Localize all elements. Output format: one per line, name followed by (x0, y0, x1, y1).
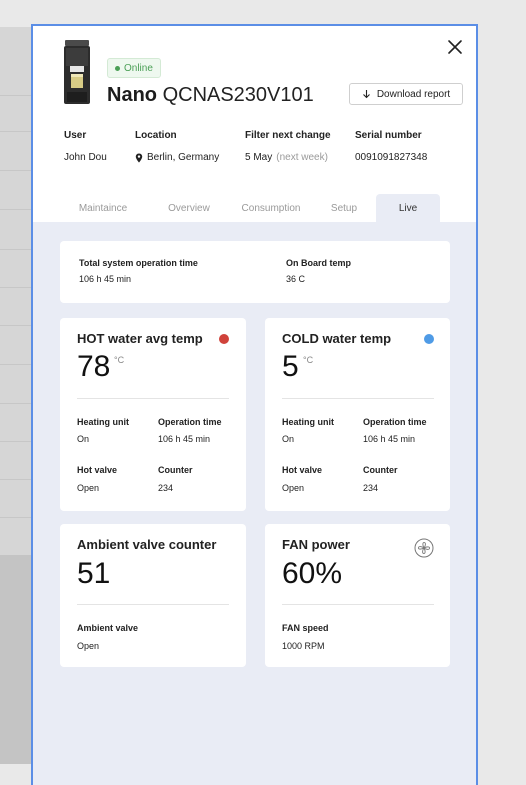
device-image (63, 40, 91, 106)
operation-time-label: Total system operation time (79, 258, 198, 268)
device-model: QCNAS230V101 (162, 84, 314, 106)
close-button[interactable] (446, 38, 464, 56)
cold-valve-value: Open (282, 483, 305, 493)
info-filter-label: Filter next change (245, 130, 331, 141)
hot-heating-label: Heating unit (77, 417, 129, 427)
divider (282, 398, 434, 399)
fan-speed-label: FAN speed (282, 623, 329, 633)
cold-water-value: 5 (282, 350, 299, 383)
device-brand: Nano (107, 84, 157, 106)
hot-counter-label: Counter (158, 465, 193, 475)
hot-water-value: 78 (77, 350, 111, 383)
ambient-valve-value: Open (77, 641, 100, 651)
download-report-button[interactable]: Download report (349, 83, 463, 105)
cold-optime-label: Operation time (363, 417, 427, 427)
cold-valve-label: Hot valve (282, 465, 323, 475)
background-table (0, 27, 33, 764)
hot-optime-label: Operation time (158, 417, 222, 427)
info-filter-note: (next week) (276, 152, 328, 163)
cold-heating-value: On (282, 434, 295, 444)
cold-optime-value: 106 h 45 min (363, 434, 416, 444)
cold-counter-label: Counter (363, 465, 398, 475)
info-location-value: Berlin, Germany (147, 152, 220, 163)
cold-water-card: COLD water temp 5 °C Heating unit On Ope… (265, 318, 450, 511)
onboard-temp-value: 36 C (286, 274, 306, 284)
ambient-valve-label: Ambient valve (77, 623, 139, 633)
ambient-valve-card: Ambient valve counter 51 Ambient valve O… (60, 524, 246, 667)
download-report-label: Download report (376, 88, 451, 100)
info-location-label: Location (135, 130, 177, 141)
info-user: User John Dou (64, 130, 107, 163)
divider (77, 398, 229, 399)
ambient-title: Ambient valve counter (77, 537, 217, 552)
hot-heating-value: On (77, 434, 90, 444)
divider (77, 604, 229, 605)
hot-counter-value: 234 (158, 483, 174, 493)
fan-icon (414, 538, 434, 558)
tab-consumption[interactable]: Consumption (233, 194, 309, 222)
info-serial-label: Serial number (355, 130, 422, 141)
fan-title: FAN power (282, 537, 350, 552)
cold-water-unit: °C (303, 355, 314, 365)
hot-valve-value: Open (77, 483, 100, 493)
tab-overview[interactable]: Overview (153, 194, 225, 222)
download-icon (362, 90, 370, 99)
hot-water-card: HOT water avg temp 78 °C Heating unit On… (60, 318, 246, 511)
status-dot-icon (115, 65, 120, 71)
hot-optime-value: 106 h 45 min (158, 434, 211, 444)
info-user-value: John Dou (64, 152, 107, 163)
fan-speed-value: 1000 RPM (282, 641, 325, 651)
info-filter: Filter next change 5 May (next week) (245, 130, 331, 163)
tab-bar: Maintaince Overview Consumption Setup Li… (33, 194, 476, 222)
device-title: Nano QCNAS230V101 (107, 84, 314, 107)
tab-maintaince[interactable]: Maintaince (63, 194, 143, 222)
info-filter-value: 5 May (245, 152, 273, 163)
info-location: Location Berlin, Germany (135, 130, 219, 163)
info-serial: Serial number 0091091827348 (355, 130, 427, 163)
summary-card: Total system operation time 106 h 45 min… (60, 241, 450, 303)
cold-heating-label: Heating unit (282, 417, 334, 427)
hot-indicator (219, 334, 229, 344)
location-pin-icon (135, 153, 143, 162)
info-user-label: User (64, 130, 87, 141)
cold-indicator (424, 334, 434, 344)
onboard-temp-label: On Board temp (286, 258, 352, 268)
fan-power-value: 60% (282, 557, 343, 590)
fan-power-card: FAN power 60% FAN speed 1000 RPM (265, 524, 450, 667)
hot-valve-label: Hot valve (77, 465, 118, 475)
cold-water-title: COLD water temp (282, 331, 392, 346)
status-label: Online (124, 62, 153, 74)
cold-counter-value: 234 (363, 483, 379, 493)
ambient-value: 51 (77, 557, 111, 590)
live-content: Total system operation time 106 h 45 min… (33, 222, 476, 785)
device-detail-panel: Online Nano QCNAS230V101 Download report… (31, 24, 478, 785)
operation-time-value: 106 h 45 min (79, 274, 132, 284)
divider (282, 604, 434, 605)
close-icon (448, 40, 462, 54)
tab-live[interactable]: Live (376, 194, 440, 222)
hot-water-title: HOT water avg temp (77, 331, 203, 346)
tab-setup[interactable]: Setup (317, 194, 371, 222)
hot-water-unit: °C (114, 355, 125, 365)
info-serial-value: 0091091827348 (355, 152, 428, 163)
status-badge: Online (107, 58, 161, 78)
